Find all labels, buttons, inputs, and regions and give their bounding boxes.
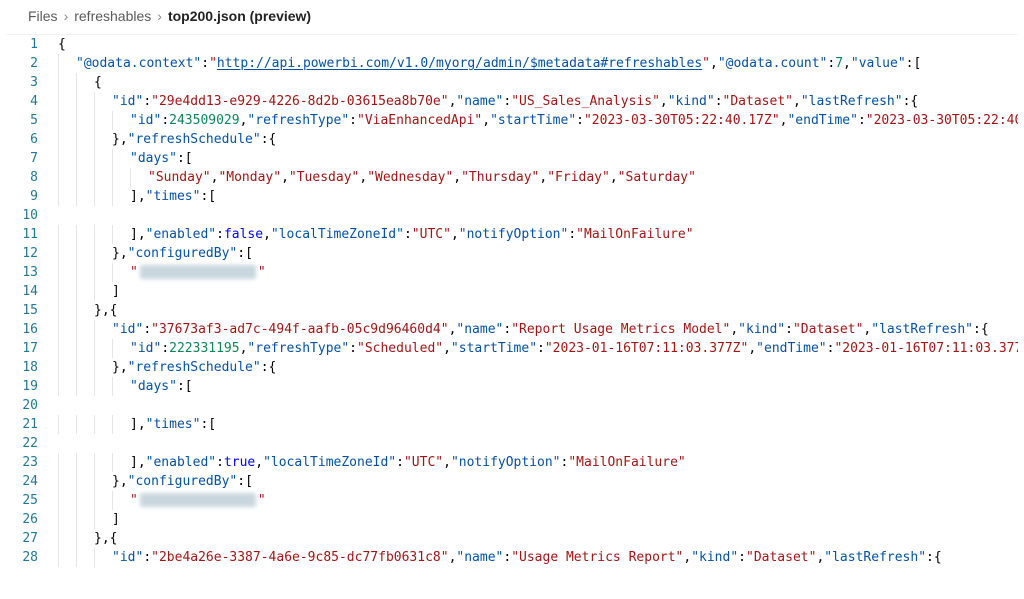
breadcrumb: Files › refreshables › top200.json (prev… xyxy=(6,0,1018,34)
code-line: "id":"29e4dd13-e929-4226-8d2b-03615ea8b7… xyxy=(54,92,1018,111)
code-line: },{ xyxy=(54,301,1018,320)
json-editor[interactable]: 1234567891011121314151617181920212223242… xyxy=(6,34,1018,567)
code-line xyxy=(54,434,1018,453)
line-number: 11 xyxy=(6,225,38,244)
code-line: ],"times":[ xyxy=(54,415,1018,434)
line-number: 27 xyxy=(6,529,38,548)
line-number: 25 xyxy=(6,491,38,510)
code-line: "" xyxy=(54,491,1018,510)
line-number: 8 xyxy=(6,168,38,187)
code-area[interactable]: {"@odata.context":"http://api.powerbi.co… xyxy=(54,35,1018,567)
line-number: 16 xyxy=(6,320,38,339)
line-number: 20 xyxy=(6,396,38,415)
code-line: },"refreshSchedule":{ xyxy=(54,358,1018,377)
breadcrumb-segment-current: top200.json (preview) xyxy=(168,8,311,24)
code-line: },"configuredBy":[ xyxy=(54,244,1018,263)
line-number: 5 xyxy=(6,111,38,130)
line-number: 26 xyxy=(6,510,38,529)
code-line xyxy=(54,396,1018,415)
code-line: ] xyxy=(54,282,1018,301)
line-number: 6 xyxy=(6,130,38,149)
code-line: },"refreshSchedule":{ xyxy=(54,130,1018,149)
line-number: 9 xyxy=(6,187,38,206)
line-number: 14 xyxy=(6,282,38,301)
line-number: 2 xyxy=(6,54,38,73)
chevron-right-icon: › xyxy=(64,8,69,24)
code-line: "id":"2be4a26e-3387-4a6e-9c85-dc77fb0631… xyxy=(54,548,1018,567)
line-number: 1 xyxy=(6,35,38,54)
code-line: "days":[ xyxy=(54,377,1018,396)
line-number: 23 xyxy=(6,453,38,472)
code-line: ],"times":[ xyxy=(54,187,1018,206)
line-number: 17 xyxy=(6,339,38,358)
code-line: "days":[ xyxy=(54,149,1018,168)
code-line: "Sunday","Monday","Tuesday","Wednesday",… xyxy=(54,168,1018,187)
line-number: 28 xyxy=(6,548,38,567)
code-line xyxy=(54,206,1018,225)
code-line: "id":222331195,"refreshType":"Scheduled"… xyxy=(54,339,1018,358)
line-number: 15 xyxy=(6,301,38,320)
line-number: 21 xyxy=(6,415,38,434)
line-number: 22 xyxy=(6,434,38,453)
code-line: ],"enabled":false,"localTimeZoneId":"UTC… xyxy=(54,225,1018,244)
code-line: },{ xyxy=(54,529,1018,548)
line-number: 4 xyxy=(6,92,38,111)
redacted-value xyxy=(140,493,256,507)
line-number: 24 xyxy=(6,472,38,491)
line-number: 12 xyxy=(6,244,38,263)
code-line: "id":"37673af3-ad7c-494f-aafb-05c9d96460… xyxy=(54,320,1018,339)
code-line: { xyxy=(54,73,1018,92)
line-number: 3 xyxy=(6,73,38,92)
line-number: 13 xyxy=(6,263,38,282)
code-line: "id":243509029,"refreshType":"ViaEnhance… xyxy=(54,111,1018,130)
line-number: 7 xyxy=(6,149,38,168)
code-line: },"configuredBy":[ xyxy=(54,472,1018,491)
code-line: ],"enabled":true,"localTimeZoneId":"UTC"… xyxy=(54,453,1018,472)
chevron-right-icon: › xyxy=(157,8,162,24)
line-number: 10 xyxy=(6,206,38,225)
code-line: "@odata.context":"http://api.powerbi.com… xyxy=(54,54,1018,73)
code-line: { xyxy=(54,35,1018,54)
line-number: 18 xyxy=(6,358,38,377)
code-line: ] xyxy=(54,510,1018,529)
line-number: 19 xyxy=(6,377,38,396)
odata-context-url: http://api.powerbi.com/v1.0/myorg/admin/… xyxy=(217,56,702,71)
line-number-gutter: 1234567891011121314151617181920212223242… xyxy=(6,35,54,567)
breadcrumb-segment[interactable]: refreshables xyxy=(74,8,151,24)
breadcrumb-segment[interactable]: Files xyxy=(28,8,58,24)
code-line: "" xyxy=(54,263,1018,282)
redacted-value xyxy=(140,265,256,279)
